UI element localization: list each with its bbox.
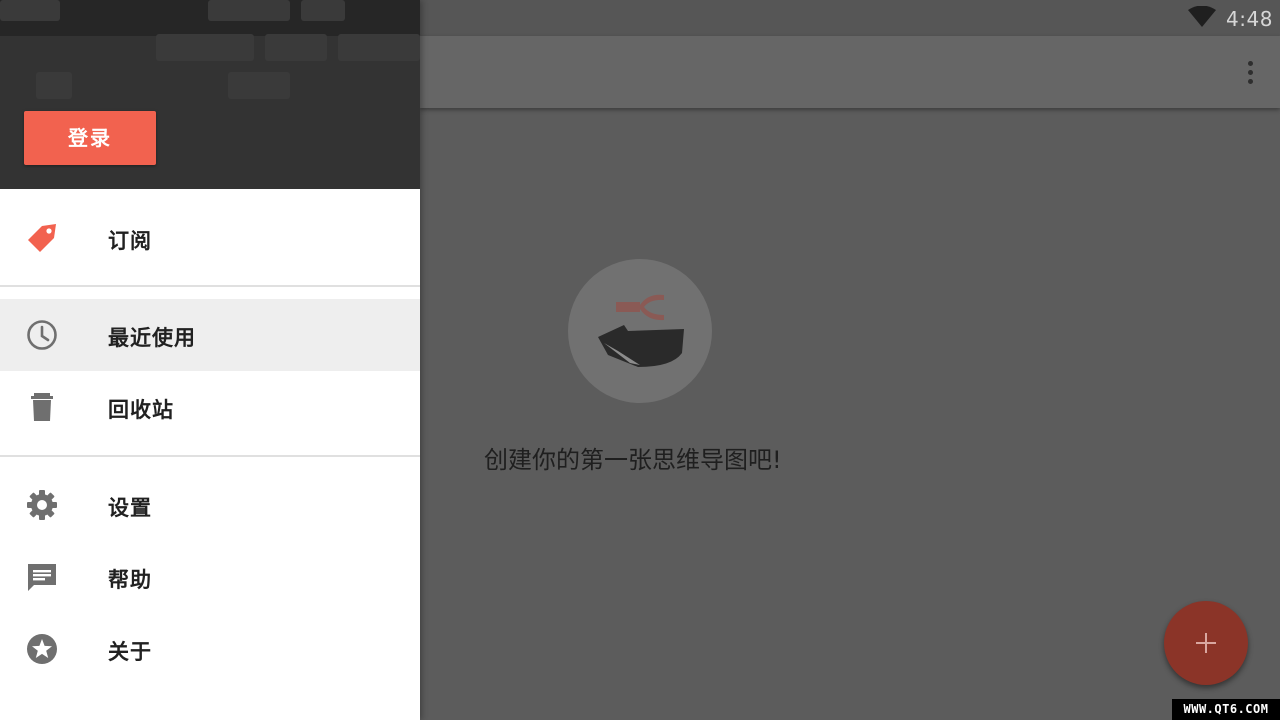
login-button[interactable]: 登录 [24, 111, 156, 165]
nav-item-label: 帮助 [108, 568, 152, 592]
status-bar: 4:48 [420, 0, 1280, 36]
nav-item-label: 最近使用 [108, 326, 196, 350]
divider [0, 285, 420, 287]
nav-item-help[interactable]: 帮助 [0, 541, 420, 613]
empty-state-message: 创建你的第一张思维导图吧! [484, 446, 782, 474]
add-mindmap-button[interactable] [1164, 601, 1248, 685]
navigation-drawer: 登录 订阅 最近使用 回收站 设置 帮助 关于 [0, 0, 420, 720]
watermark: WWW.QT6.COM [1172, 699, 1280, 720]
nav-item-settings[interactable]: 设置 [0, 469, 420, 541]
app-bar [420, 36, 1280, 108]
nav-item-label: 设置 [108, 496, 152, 520]
nav-item-label: 关于 [108, 640, 152, 664]
wifi-icon [1188, 6, 1216, 27]
status-time: 4:48 [1226, 7, 1273, 31]
nav-item-about[interactable]: 关于 [0, 613, 420, 685]
app-screen: 4:48 创建你的第一张思维导图吧! WWW.QT6.COM 登录 订阅 最近使… [0, 0, 1280, 720]
drawer-header: 登录 [0, 0, 420, 189]
nav-item-label: 回收站 [108, 398, 174, 422]
nav-item-recent[interactable]: 最近使用 [0, 299, 420, 371]
gear-icon [27, 490, 57, 520]
mindmap-illustration-icon [598, 294, 684, 367]
clock-icon [27, 320, 57, 350]
star-circle-icon [27, 634, 57, 664]
empty-state-illustration [568, 259, 712, 403]
trash-icon [31, 393, 53, 421]
nav-item-subscribe[interactable]: 订阅 [0, 202, 420, 274]
feedback-icon [28, 564, 56, 591]
nav-item-label: 订阅 [108, 229, 152, 253]
tag-icon [28, 224, 56, 252]
nav-item-trash[interactable]: 回收站 [0, 371, 420, 443]
divider [0, 455, 420, 457]
overflow-menu-icon[interactable] [1240, 58, 1260, 88]
